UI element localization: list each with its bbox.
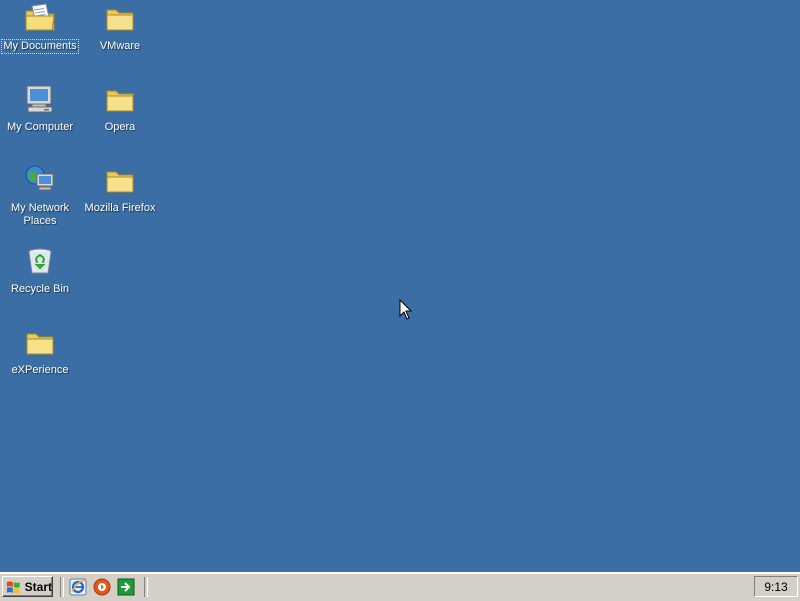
start-button[interactable]: Start [2, 576, 53, 597]
desktop-icon-my-computer[interactable]: My Computer [0, 83, 80, 135]
network-places-icon [25, 165, 54, 191]
windows-logo-icon [6, 580, 20, 594]
mouse-cursor-icon [399, 299, 413, 320]
recycle-bin-icon [28, 248, 52, 274]
desktop-icon-my-network-places[interactable]: My Network Places [0, 164, 80, 229]
my-computer-icon [26, 85, 53, 113]
desktop-icon-label: Mozilla Firefox [84, 202, 156, 214]
folder-icon [106, 9, 134, 31]
media-player-icon[interactable] [93, 578, 111, 596]
desktop-icon-label: eXPerience [11, 364, 69, 376]
desktop-icon-label: Recycle Bin [10, 283, 70, 295]
clock-time: 9:13 [764, 579, 788, 594]
desktop-icon-mozilla-firefox[interactable]: Mozilla Firefox [80, 164, 160, 216]
desktop-icon-label: My Computer [6, 121, 74, 133]
desktop-icon-opera[interactable]: Opera [80, 83, 160, 135]
desktop-icon-my-documents[interactable]: My Documents [0, 2, 80, 54]
desktop-icon-label: Opera [104, 121, 136, 133]
desktop[interactable]: My Documents VMware My Computer Opera My… [0, 0, 800, 572]
taskbar-separator [60, 577, 64, 597]
folder-icon [106, 90, 134, 112]
desktop-icon-vmware[interactable]: VMware [80, 2, 160, 54]
system-tray-clock[interactable]: 9:13 [754, 576, 798, 597]
show-desktop-icon[interactable] [117, 578, 135, 596]
desktop-icon-recycle-bin[interactable]: Recycle Bin [0, 245, 80, 297]
desktop-icon-label: My Network Places [10, 202, 70, 227]
folder-icon [26, 333, 54, 355]
my-documents-icon [25, 3, 55, 31]
desktop-icon-experience[interactable]: eXPerience [0, 326, 80, 378]
start-label: Start [24, 579, 52, 594]
folder-icon [106, 171, 134, 193]
internet-explorer-icon[interactable] [69, 578, 87, 596]
taskbar: Start 9:13 [0, 572, 800, 601]
desktop-icon-label: VMware [99, 40, 141, 52]
desktop-icon-label: My Documents [1, 39, 79, 54]
taskbar-separator [144, 577, 148, 597]
